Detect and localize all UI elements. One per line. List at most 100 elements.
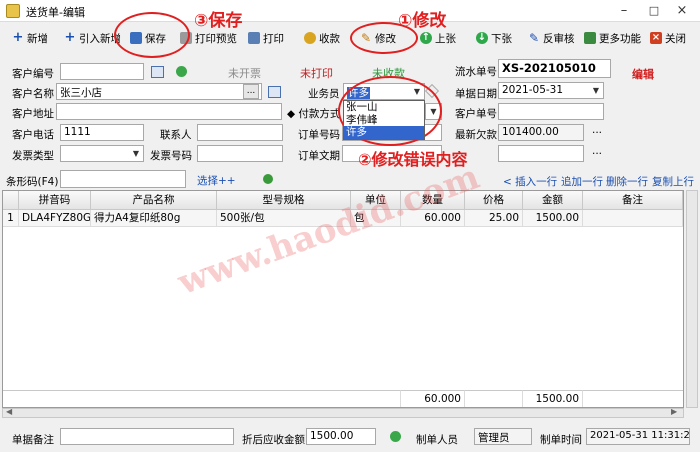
totals-spacer xyxy=(3,390,401,407)
doc-date-input[interactable]: 2021-05-31 ▼ xyxy=(498,82,604,99)
customer-name-label: 客户名称 xyxy=(12,88,54,100)
total-qty: 60.000 xyxy=(401,390,465,407)
print-button[interactable]: 打印 xyxy=(248,28,284,48)
serial-no-label: 流水单号 xyxy=(455,66,497,78)
salesperson-option[interactable]: 张一山 xyxy=(344,101,424,114)
customer-name-input[interactable]: 张三小店 xyxy=(56,83,262,100)
receive-payment-button[interactable]: 收款 xyxy=(304,28,340,48)
customer-lookup-icon[interactable] xyxy=(151,66,164,78)
annotation-step1: ①修改 xyxy=(398,11,447,31)
serial-no-input[interactable]: XS-202105010 xyxy=(498,59,611,78)
customer-doc-label: 客户单号 xyxy=(455,108,497,120)
order-no-label: 订单号码 xyxy=(298,129,340,141)
previous-record-button[interactable]: ↑ 上张 xyxy=(420,28,456,48)
down-arrow-icon: ↓ xyxy=(476,32,488,44)
extra-field-more[interactable]: ... xyxy=(592,145,602,157)
salesperson-label: 业务员 xyxy=(308,88,340,100)
more-functions-button[interactable]: 更多功能 xyxy=(584,28,641,48)
doc-date-label: 单据日期 xyxy=(455,88,497,100)
invoice-type-select[interactable]: ▼ xyxy=(60,145,144,162)
discount-amount-label: 折后应收金额 xyxy=(242,434,305,446)
customer-code-label: 客户编号 xyxy=(12,68,54,80)
column-header[interactable]: 拼音码 xyxy=(19,191,91,210)
customer-name-browse-button[interactable]: ... xyxy=(243,84,259,99)
next-record-button[interactable]: ↓ 下张 xyxy=(476,28,512,48)
cell-price[interactable]: 25.00 xyxy=(465,210,523,227)
insert-row-link[interactable]: < 插入一行 xyxy=(503,174,557,189)
print-status: 未打印 xyxy=(300,67,333,80)
salesperson-option[interactable]: 李伟峰 xyxy=(344,114,424,127)
barcode-input[interactable] xyxy=(60,170,186,188)
customer-doc-input[interactable] xyxy=(498,103,604,120)
customer-code-input[interactable] xyxy=(60,63,144,80)
invoice-type-label: 发票类型 xyxy=(12,150,54,162)
close-button[interactable]: × 关闭 xyxy=(650,28,686,48)
totals-spacer xyxy=(583,390,683,407)
more-icon xyxy=(584,32,596,44)
customer-phone-input[interactable]: 1111 xyxy=(60,124,144,141)
calendar-dropdown-icon[interactable]: ▼ xyxy=(589,83,603,98)
unaudit-icon: ✎ xyxy=(528,31,540,45)
remark-label: 单据备注 xyxy=(12,434,54,446)
invoice-status: 未开票 xyxy=(228,67,261,80)
order-text-label: 订单文期 xyxy=(298,150,340,162)
plus-icon: + xyxy=(12,30,24,45)
invoice-no-input[interactable] xyxy=(197,145,283,162)
customer-card-icon[interactable] xyxy=(268,86,281,98)
scroll-left-icon[interactable]: ◀ xyxy=(6,407,12,416)
delete-row-link[interactable]: 删除一行 xyxy=(606,174,648,189)
green-dot-icon xyxy=(176,66,187,77)
latest-debt-more[interactable]: ... xyxy=(592,124,602,136)
column-header[interactable]: 备注 xyxy=(583,191,683,210)
new-button[interactable]: + 新增 xyxy=(12,28,48,48)
column-header[interactable]: 金额 xyxy=(523,191,583,210)
window-title: 送货单-编辑 xyxy=(26,6,85,19)
row-index[interactable]: 1 xyxy=(3,210,19,227)
mode-indicator: 编辑 xyxy=(632,68,654,81)
cell-product-name[interactable]: 得力A4复印纸80g xyxy=(91,210,217,227)
vertical-scrollbar[interactable] xyxy=(686,190,698,408)
cell-amount[interactable]: 1500.00 xyxy=(523,210,583,227)
column-header[interactable]: 产品名称 xyxy=(91,191,217,210)
money-icon xyxy=(304,32,316,44)
cell-code[interactable]: DLA4FYZ80G xyxy=(19,210,91,227)
import-new-button[interactable]: + 引入新增 xyxy=(64,28,121,48)
total-amount: 1500.00 xyxy=(523,390,583,407)
maker-input: 管理员 xyxy=(474,428,532,445)
customer-phone-label: 客户电话 xyxy=(12,129,54,141)
annotation-step3: ③保存 xyxy=(194,11,243,31)
latest-debt-label: 最新欠款 xyxy=(455,129,497,141)
barcode-label: 条形码(F4) xyxy=(6,176,59,188)
green-dot-icon xyxy=(390,431,401,442)
scroll-right-icon[interactable]: ▶ xyxy=(671,407,677,416)
title-bar: 送货单-编辑 – □ × xyxy=(0,0,700,22)
unaudit-button[interactable]: ✎ 反审核 xyxy=(528,28,575,48)
plus-icon: + xyxy=(64,30,76,45)
diamond-icon: ◆ xyxy=(287,108,299,120)
totals-spacer xyxy=(465,390,523,407)
remark-input[interactable] xyxy=(60,428,234,445)
salesperson-option-selected[interactable]: 许多 xyxy=(344,126,424,140)
chevron-down-icon[interactable]: ▼ xyxy=(129,146,143,161)
select-products-link[interactable]: 选择++ xyxy=(197,173,236,188)
latest-debt-input: 101400.00 xyxy=(498,124,584,141)
maximize-button[interactable]: □ xyxy=(640,2,668,20)
append-row-link[interactable]: 追加一行 xyxy=(561,174,603,189)
salesperson-dropdown-list: 张一山 李伟峰 许多 xyxy=(343,100,425,140)
customer-address-input[interactable] xyxy=(56,103,282,120)
horizontal-scrollbar[interactable]: ◀ ▶ xyxy=(2,407,684,418)
make-time-input: 2021-05-31 11:31:24 xyxy=(586,428,690,445)
payment-method-label: ◆ 付款方式 xyxy=(287,108,341,120)
cell-note[interactable] xyxy=(583,210,683,227)
discount-amount-input[interactable]: 1500.00 xyxy=(306,428,376,445)
app-icon xyxy=(6,4,20,18)
up-arrow-icon: ↑ xyxy=(420,32,432,44)
close-window-button[interactable]: × xyxy=(668,2,696,20)
make-time-label: 制单时间 xyxy=(540,434,582,446)
copy-row-link[interactable]: 复制上行 xyxy=(652,174,694,189)
contact-input[interactable] xyxy=(197,124,283,141)
minimize-button[interactable]: – xyxy=(610,2,638,20)
extra-field-input[interactable] xyxy=(498,145,584,162)
printer-icon xyxy=(248,32,260,44)
customer-address-label: 客户地址 xyxy=(12,108,54,120)
